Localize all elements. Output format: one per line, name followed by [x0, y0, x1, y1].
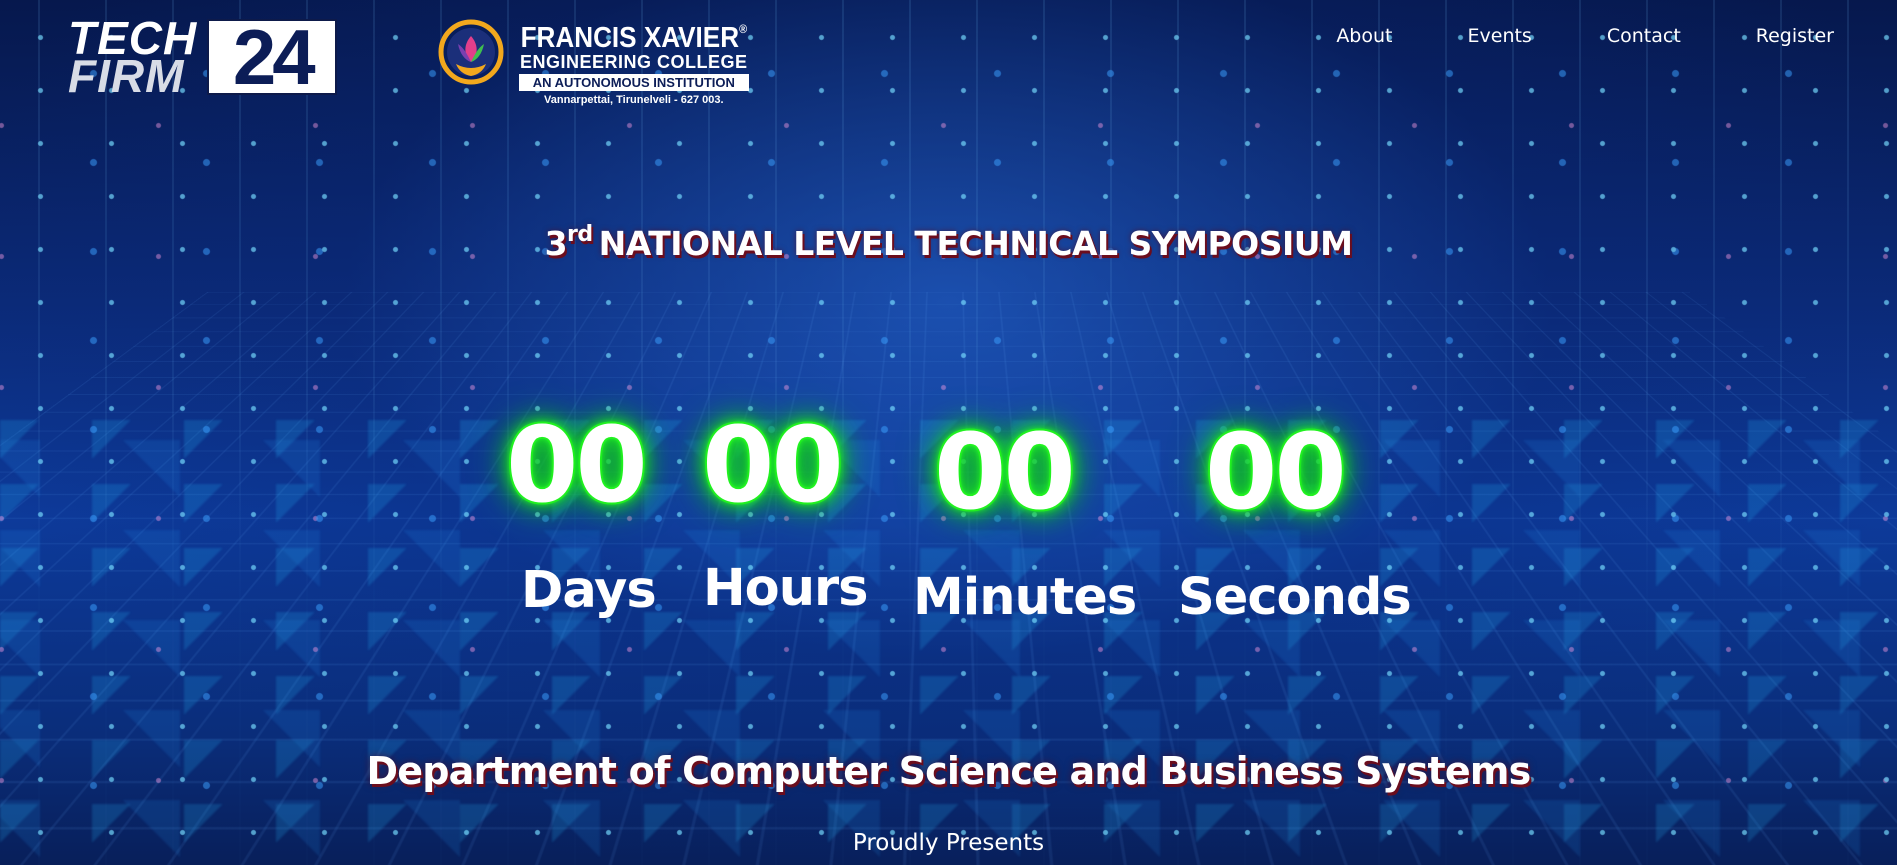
nav-link-contact[interactable]: Contact — [1607, 24, 1681, 48]
countdown-minutes-label: Minutes — [913, 568, 1137, 627]
college-address: Vannarpettai, Tirunelveli - 627 003. — [544, 94, 724, 106]
proudly-presents-text: Proudly Presents — [852, 830, 1045, 856]
symposium-ordinal-number: 3 — [544, 224, 568, 263]
page: TECH FIRM 24 FRANCIS XAVIER® ENGINEERING… — [0, 0, 1897, 865]
registered-mark: ® — [739, 22, 748, 36]
countdown-seconds-label: Seconds — [1178, 568, 1412, 627]
countdown-days-value: 00 — [504, 404, 650, 526]
nav-link-about[interactable]: About — [1336, 24, 1392, 48]
techfirm-logo[interactable]: TECH FIRM 24 — [68, 15, 338, 102]
college-text-block: FRANCIS XAVIER® ENGINEERING COLLEGE AN A… — [508, 14, 760, 107]
symposium-heading: 3rd NATIONAL LEVEL TECHNICAL SYMPOSIUM — [0, 222, 1897, 263]
nav-link-register[interactable]: Register — [1756, 24, 1834, 48]
nav-link-events[interactable]: Events — [1468, 24, 1532, 48]
countdown-hours-value: 00 — [700, 404, 846, 526]
college-name-text: FRANCIS XAVIER — [520, 22, 740, 54]
symposium-ordinal-suffix: rd — [567, 222, 593, 247]
college-emblem-icon — [438, 19, 504, 85]
countdown-minutes-value: 00 — [932, 411, 1078, 533]
college-subtitle: ENGINEERING COLLEGE — [520, 52, 748, 72]
college-name: FRANCIS XAVIER® — [521, 14, 747, 53]
techfirm-year-box: 24 — [207, 18, 338, 96]
countdown-seconds-value: 00 — [1203, 411, 1349, 533]
department-heading: Department of Computer Science and Busin… — [366, 749, 1532, 793]
countdown-days-label: Days — [521, 561, 657, 620]
symposium-title: NATIONAL LEVEL TECHNICAL SYMPOSIUM — [598, 224, 1353, 263]
countdown-hours-label: Hours — [703, 559, 869, 618]
college-logo[interactable]: FRANCIS XAVIER® ENGINEERING COLLEGE AN A… — [438, 14, 760, 107]
main-nav: About Events Contact Register — [1261, 24, 1834, 48]
college-autonomous-badge: AN AUTONOMOUS INSTITUTION — [518, 74, 749, 91]
techfirm-word-firm: FIRM — [68, 50, 185, 102]
techfirm-wordmark: TECH FIRM — [68, 15, 197, 102]
